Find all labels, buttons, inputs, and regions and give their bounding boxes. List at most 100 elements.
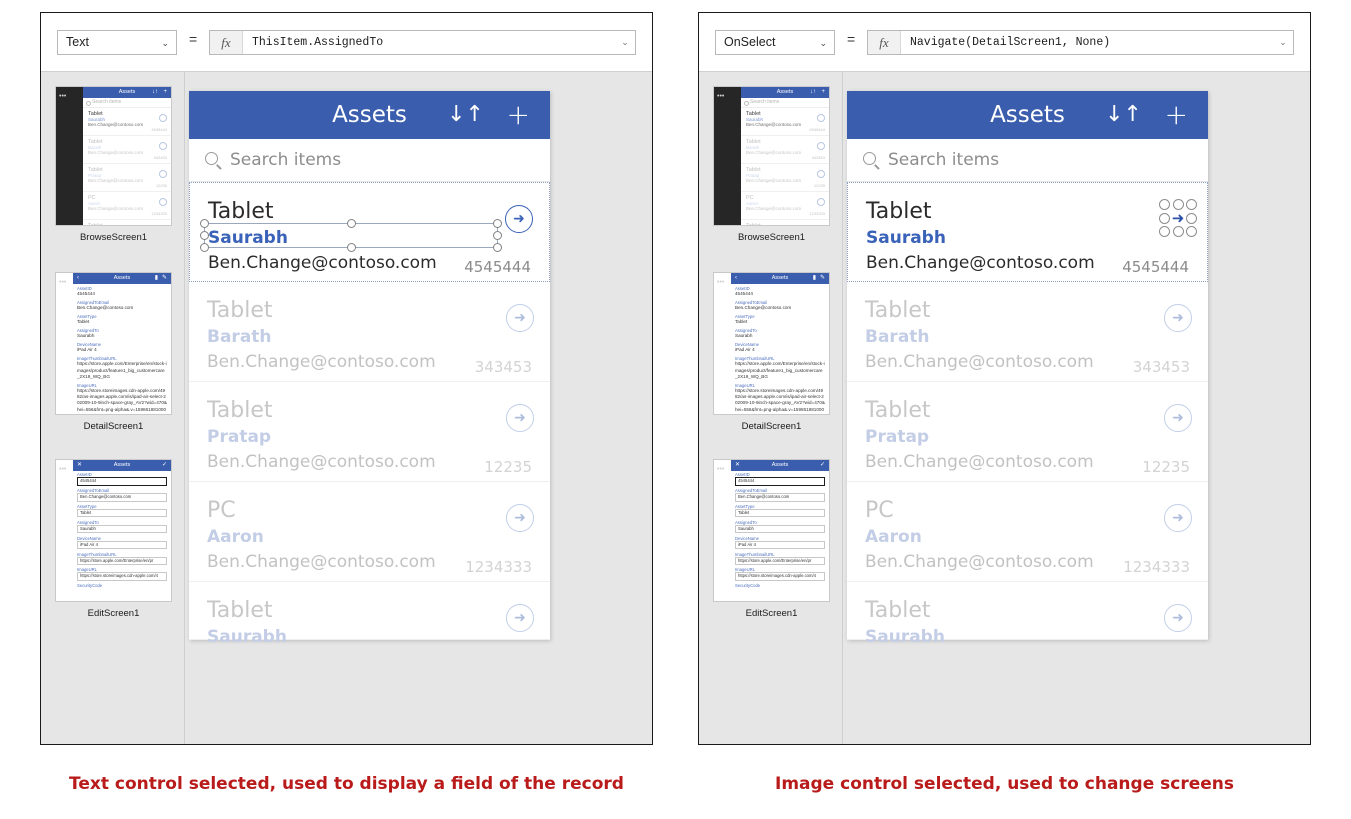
nav-arrow-icon[interactable]: ➜: [1164, 604, 1192, 632]
resize-handle-bottom-left[interactable]: [200, 243, 209, 252]
field-input[interactable]: iPad Air 4: [735, 540, 825, 550]
more-options-icon[interactable]: •••: [717, 93, 724, 100]
more-options-icon[interactable]: •••: [59, 466, 66, 473]
more-options-icon[interactable]: •••: [59, 279, 66, 286]
field-input[interactable]: Saurabh: [735, 524, 825, 534]
resize-handle-middle-left[interactable]: [1159, 212, 1170, 224]
chevron-down-icon[interactable]: ⌄: [1273, 37, 1293, 48]
gallery-item[interactable]: Tablet Saurabh ➜: [847, 582, 1208, 647]
field-input[interactable]: 4545444: [735, 477, 825, 486]
field-input[interactable]: https://store.apple.com/Enterprise/en/pr: [77, 556, 167, 566]
nav-arrow-icon[interactable]: ➜: [506, 604, 534, 632]
search-bar[interactable]: Search items: [189, 139, 550, 182]
screen-thumbnail-editscreen1[interactable]: ••• ✕ Assets ✓ AssetID 4545444 AssignedT…: [713, 459, 830, 619]
formula-input-left[interactable]: fx ThisItem.AssignedTo ⌄: [209, 30, 636, 55]
resize-handle-top-center[interactable]: [346, 219, 356, 228]
edit-field: ImageURL https://store.storeimages.cdn-a…: [731, 566, 829, 582]
field-input[interactable]: https://store.storeimages.cdn-apple.com/…: [735, 572, 825, 581]
resize-handle-middle-right[interactable]: [493, 231, 502, 240]
detail-field: AssetID 4545444: [73, 284, 171, 298]
search-input[interactable]: Search items: [888, 139, 999, 181]
thumb-row-num: 4545444: [809, 127, 825, 132]
nav-arrow-icon[interactable]: ➜: [506, 504, 534, 532]
field-input[interactable]: 4545444: [77, 477, 167, 486]
screen-thumbnail-label: DetailScreen1: [83, 421, 144, 432]
add-icon[interactable]: +: [507, 91, 530, 139]
gallery-item[interactable]: PC Aaron Ben.Change@contoso.com 1234333 …: [189, 482, 550, 582]
gallery-item[interactable]: Tablet Pratap Ben.Change@contoso.com 122…: [189, 382, 550, 482]
more-options-icon[interactable]: •••: [717, 466, 724, 473]
text-control-selection-box[interactable]: [200, 219, 502, 252]
resize-handle-bottom-left[interactable]: [1159, 226, 1170, 237]
resize-handle-top-right[interactable]: [1186, 199, 1197, 210]
resize-handle-bottom-right[interactable]: [1186, 226, 1197, 237]
chevron-down-icon[interactable]: ⌄: [615, 37, 635, 48]
nav-arrow-icon[interactable]: ➜: [1164, 404, 1192, 432]
resize-handle-top-center[interactable]: [1172, 199, 1184, 210]
field-input[interactable]: https://store.apple.com/Enterprise/en/pr: [735, 556, 825, 566]
screen-thumbnail-browsescreen1[interactable]: ••• Assets ↓↑ + Search items Tablet Saur…: [713, 86, 830, 243]
thumb-row-num: 12235: [155, 183, 167, 188]
nav-arrow-icon[interactable]: ➜: [505, 205, 533, 233]
item-number: 4545444: [464, 258, 531, 276]
thumb-row-title: Tablet: [88, 223, 103, 226]
screen-thumbnail-detailscreen1[interactable]: ••• ‹ Assets ▮ ✎ AssetID 4545444 Assigne…: [713, 272, 830, 432]
check-icon: ✓: [161, 462, 167, 468]
gallery-item[interactable]: PC Aaron Ben.Change@contoso.com 1234333 …: [847, 482, 1208, 582]
resize-handle-bottom-center[interactable]: [1172, 226, 1184, 237]
field-input[interactable]: Ben.Change@contoso.com: [735, 493, 825, 502]
nav-arrow-icon: [159, 142, 167, 150]
screen-thumbnail-editscreen1[interactable]: ••• ✕ Assets ✓ AssetID 4545444 AssignedT…: [55, 459, 172, 619]
screen-thumbnail-detailscreen1[interactable]: ••• ‹ Assets ▮ ✎ AssetID 4545444 Assigne…: [55, 272, 172, 432]
search-input[interactable]: Search items: [230, 139, 341, 181]
resize-handle-top-left[interactable]: [200, 219, 209, 228]
detail-field: AssignedTo Saurabh: [73, 327, 171, 341]
field-input[interactable]: iPad Air 4: [77, 540, 167, 550]
nav-arrow-icon[interactable]: ➜: [506, 404, 534, 432]
nav-arrow-icon[interactable]: ➜: [1164, 304, 1192, 332]
resize-handle-bottom-right[interactable]: [493, 243, 502, 252]
gallery-item[interactable]: Tablet Barath Ben.Change@contoso.com 343…: [189, 282, 550, 382]
property-select-right[interactable]: OnSelect ⌄: [715, 30, 835, 55]
thumb-app-header: ‹ Assets ▮ ✎: [73, 273, 171, 284]
gallery-item-selected[interactable]: Tablet Saurabh Ben.Change@contoso.com 45…: [847, 182, 1208, 282]
more-options-icon[interactable]: •••: [59, 93, 66, 100]
sort-icon[interactable]: ↓↑: [1105, 91, 1142, 139]
property-select-left[interactable]: Text ⌄: [57, 30, 177, 55]
resize-handle-top-left[interactable]: [1159, 199, 1170, 210]
field-input[interactable]: Ben.Change@contoso.com: [77, 493, 167, 502]
field-value: 4545444: [735, 290, 753, 296]
resize-handle-top-right[interactable]: [493, 219, 502, 228]
thumb-row: Tablet Pratap Ben.Change@contoso.com 122…: [741, 164, 829, 192]
gallery-item-selected[interactable]: Tablet Saurabh Ben.Change@contoso.com 45…: [189, 182, 550, 282]
search-icon: [205, 152, 218, 165]
field-input[interactable]: Tablet: [735, 508, 825, 518]
more-options-icon[interactable]: •••: [717, 279, 724, 286]
formula-bar-right: OnSelect ⌄ = fx Navigate(DetailScreen1, …: [699, 13, 1310, 72]
thumb-app-header: Assets ↓↑ +: [741, 87, 829, 98]
nav-arrow-icon[interactable]: ➜: [1164, 504, 1192, 532]
gallery-item[interactable]: Tablet Saurabh ➜: [189, 582, 550, 647]
nav-arrow-icon[interactable]: ➜: [506, 304, 534, 332]
gallery-item[interactable]: Tablet Pratap Ben.Change@contoso.com 122…: [847, 382, 1208, 482]
sort-icon[interactable]: ↓↑: [447, 91, 484, 139]
resize-handle-middle-left[interactable]: [200, 231, 209, 240]
sort-icon: ↓↑: [810, 89, 816, 95]
screen-thumbnail-label: DetailScreen1: [741, 421, 802, 432]
back-icon: ‹: [735, 275, 737, 281]
field-input[interactable]: Tablet: [77, 508, 167, 518]
search-bar[interactable]: Search items: [847, 139, 1208, 182]
edit-field: ImageThumbnailURL https://store.apple.co…: [73, 550, 171, 566]
resize-handle-bottom-center[interactable]: [346, 243, 356, 252]
field-input[interactable]: Saurabh: [77, 524, 167, 534]
add-icon[interactable]: +: [1165, 91, 1188, 139]
formula-text[interactable]: Navigate(DetailScreen1, None): [901, 36, 1273, 49]
resize-handle-middle-right[interactable]: [1186, 212, 1197, 224]
formula-text[interactable]: ThisItem.AssignedTo: [243, 36, 615, 49]
screen-thumbnail-browsescreen1[interactable]: ••• Assets ↓↑ + Search items Tablet Saur…: [55, 86, 172, 243]
field-input[interactable]: https://store.storeimages.cdn-apple.com/…: [77, 572, 167, 581]
formula-input-right[interactable]: fx Navigate(DetailScreen1, None) ⌄: [867, 30, 1294, 55]
image-control-selection[interactable]: ➜: [1159, 199, 1197, 237]
gallery-item[interactable]: Tablet Barath Ben.Change@contoso.com 343…: [847, 282, 1208, 382]
property-select-value: Text: [66, 35, 89, 49]
